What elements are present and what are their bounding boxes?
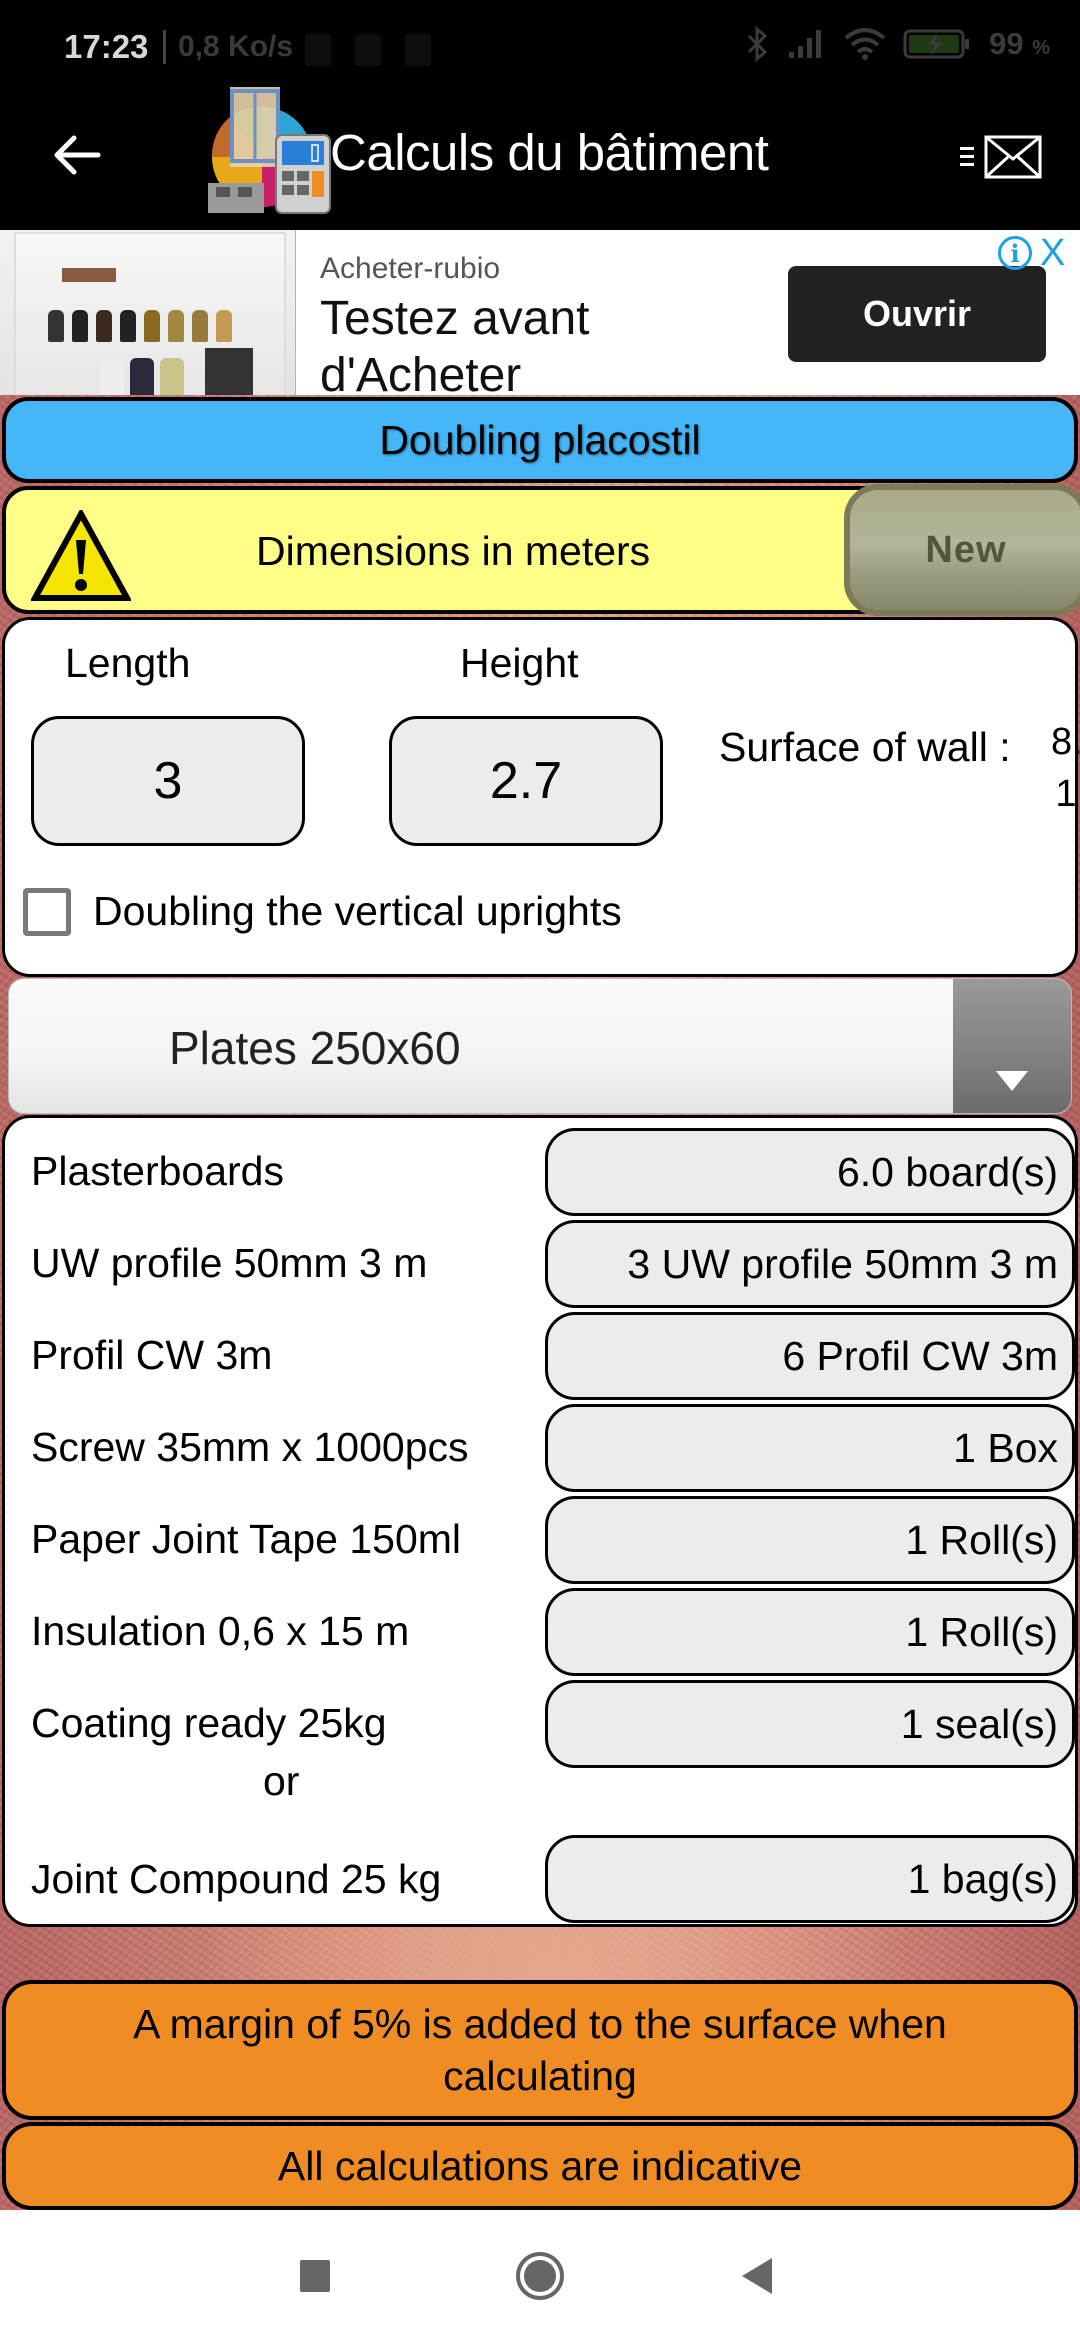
product-label [62,268,116,282]
sponge [205,348,253,395]
notification-icon [305,34,331,66]
results-card: Plasterboards 6.0 board(s) UW profile 50… [2,1115,1078,1927]
bottle [130,358,154,395]
bottle [72,310,88,342]
ad-product-image[interactable] [0,230,296,395]
page-title: Doubling placostil [2,397,1078,483]
result-value: 6 Profil CW 3m [545,1312,1075,1400]
result-label: Joint Compound 25 kg [31,1856,442,1902]
app-toolbar: Calculs du bâtiment [0,85,1080,230]
status-bar: 17:23 0,8 Ko/s 99 % [0,0,1080,85]
plates-dropdown[interactable]: Plates 250x60 [8,978,1072,1114]
result-label: Plasterboards [31,1148,284,1194]
result-label: Paper Joint Tape 150ml [31,1516,462,1562]
back-button[interactable] [742,2258,772,2294]
result-value: 1 seal(s) [545,1680,1075,1768]
length-label: Length [65,640,191,686]
result-label: UW profile 50mm 3 m [31,1240,428,1286]
bluetooth-icon [748,26,768,62]
warning-icon [31,510,131,601]
result-label: Profil CW 3m [31,1332,273,1378]
bottle [160,358,184,395]
result-value: 3 UW profile 50mm 3 m [545,1220,1075,1308]
bottle [100,358,124,395]
building-calculator-logo [208,87,331,214]
notification-icon [405,34,431,66]
height-label: Height [460,640,579,686]
system-nav-bar [0,2210,1080,2340]
notification-icon [355,34,381,66]
mail-menu-icon[interactable] [958,131,1048,181]
network-speed: 0,8 Ko/s [178,30,294,63]
battery-percent: 99 % [989,26,1050,61]
bottle [168,310,184,342]
status-icons: 99 % [745,26,1050,62]
result-value: 1 Box [545,1404,1075,1492]
result-label: Insulation 0,6 x 15 m [31,1608,410,1654]
app-title: Calculs du bâtiment [330,124,769,181]
ad-headline[interactable]: Testez avant d'Acheter [320,290,680,395]
dropdown-toggle[interactable] [953,979,1071,1113]
chevron-down-icon [996,1071,1028,1091]
signal-icon [789,30,822,58]
length-input[interactable]: 3 [31,716,305,846]
indicative-note: All calculations are indicative [2,2122,1078,2210]
status-separator [163,30,166,64]
result-value: 1 bag(s) [545,1835,1075,1923]
result-value: 6.0 board(s) [545,1128,1075,1216]
bottle [96,310,112,342]
height-input[interactable]: 2.7 [389,716,663,846]
doubling-uprights-checkbox[interactable] [23,888,71,936]
or-separator: or [263,1758,300,1804]
bottle [120,310,136,342]
bottle [216,310,232,342]
surface-label: Surface of wall : [719,724,1011,770]
plates-selected-value: Plates 250x60 [169,1022,461,1074]
doubling-uprights-label[interactable]: Doubling the vertical uprights [93,888,622,935]
result-value: 1 Roll(s) [545,1588,1075,1676]
margin-note: A margin of 5% is added to the surface w… [2,1980,1078,2120]
result-label: Coating ready 25kg [31,1700,387,1746]
arrow-left-icon[interactable] [48,125,108,185]
home-button[interactable] [516,2252,564,2300]
bottle [144,310,160,342]
bottle [192,310,208,342]
result-label: Screw 35mm x 1000pcs [31,1424,469,1470]
battery-charging-icon [903,29,970,59]
surface-value: 8.1 [1051,721,1080,815]
new-button[interactable]: New [844,484,1080,616]
info-row: Dimensions in meters New [2,484,1080,616]
ad-info-icon[interactable]: i [998,236,1032,270]
ad-advertiser: Acheter-rubio [320,252,501,285]
recent-apps-button[interactable] [300,2260,330,2292]
dimensions-note: Dimensions in meters [256,528,651,574]
wifi-icon [844,28,886,60]
status-time: 17:23 [64,28,149,65]
bottle [48,310,64,342]
ad-open-button[interactable]: Ouvrir [788,266,1046,362]
ad-banner[interactable]: Acheter-rubio Testez avant d'Acheter Ouv… [0,230,1080,395]
dimensions-card: Length 3 Height 2.7 Surface of wall : 8.… [2,617,1080,977]
result-value: 1 Roll(s) [545,1496,1075,1584]
ad-close-icon[interactable]: X [1040,232,1065,275]
